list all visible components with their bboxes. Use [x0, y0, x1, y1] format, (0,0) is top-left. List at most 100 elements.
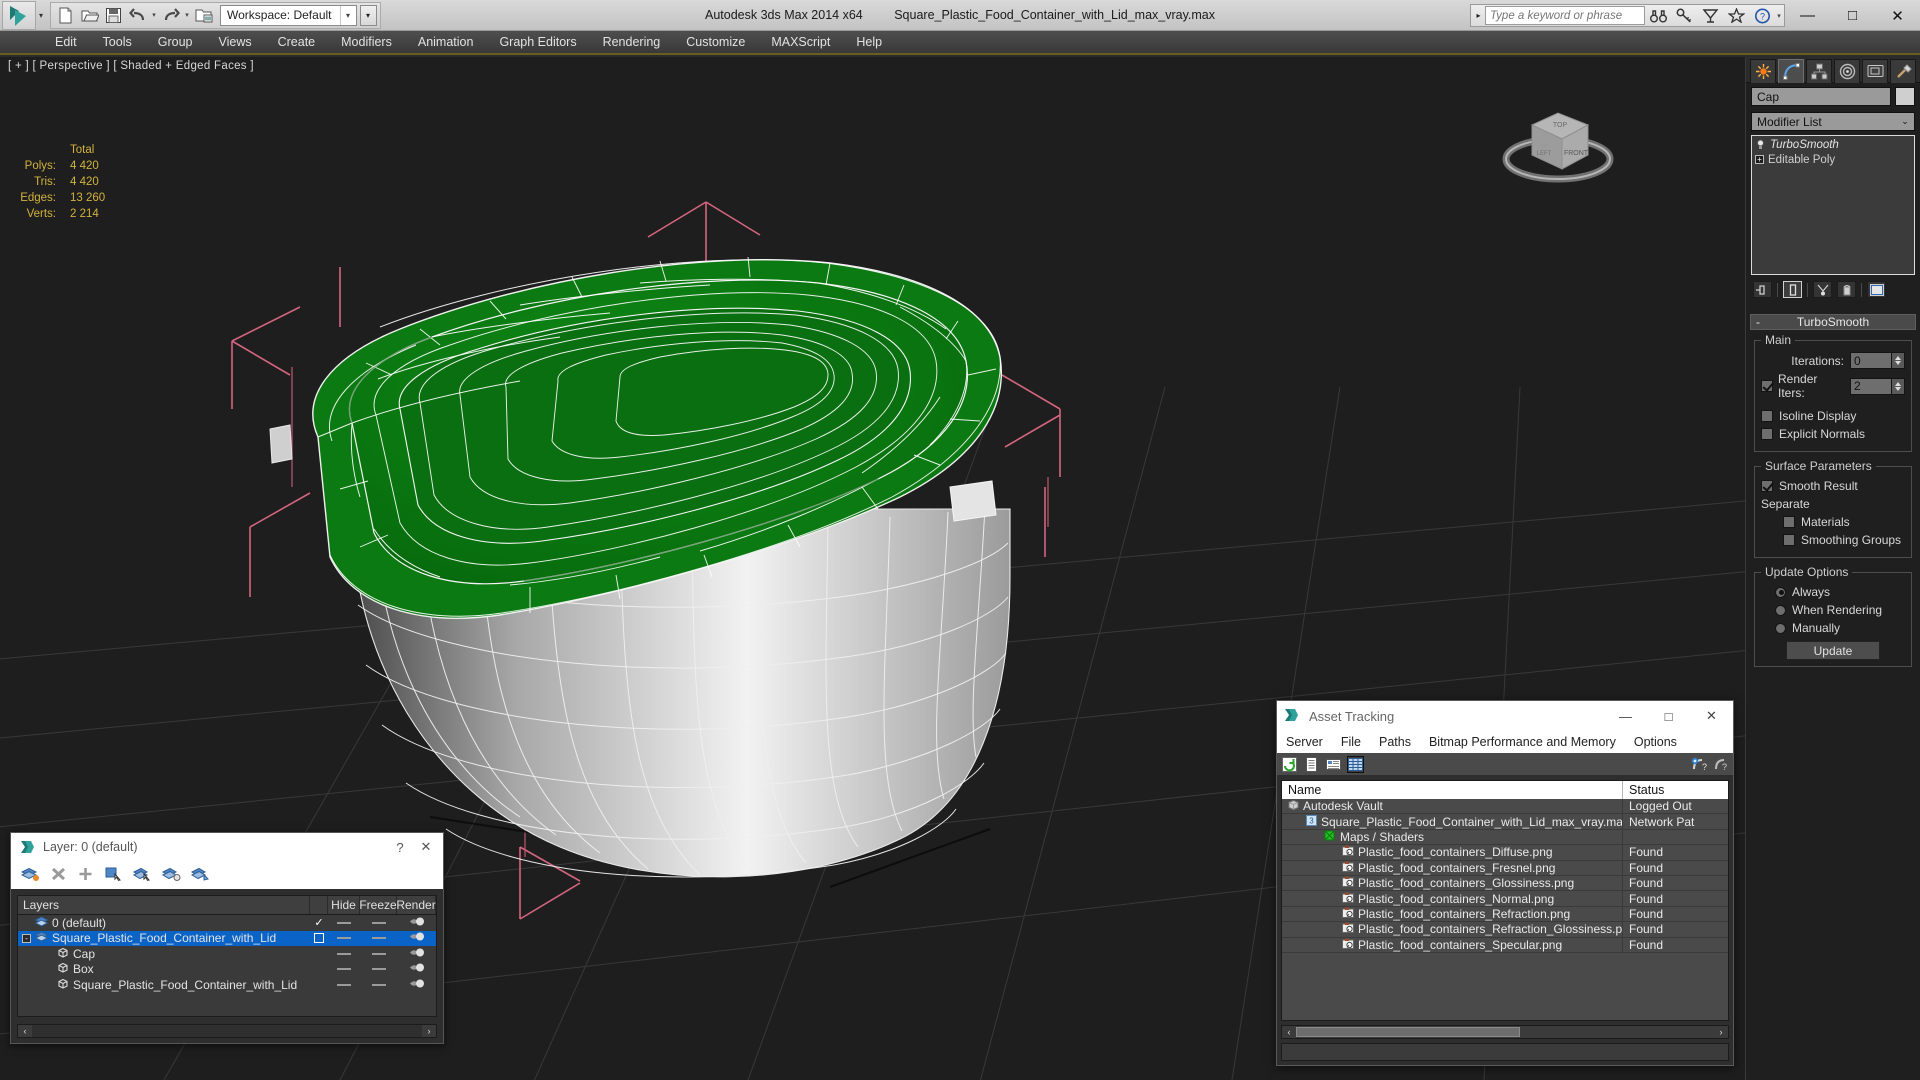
asset-maximize-button[interactable]: □ — [1647, 701, 1690, 731]
freeze-toggle-icon[interactable] — [371, 921, 386, 924]
asset-list[interactable]: Name Status Autodesk Vault Logged Out 3 Squ… — [1281, 780, 1729, 1021]
layer-row[interactable]: Cap — [18, 946, 436, 962]
menu-item-group[interactable]: Group — [145, 31, 206, 53]
hide-toggle-icon[interactable] — [337, 968, 351, 971]
chevron-down-icon[interactable]: ⌄ — [1896, 116, 1914, 127]
render-iters-spinner[interactable] — [1850, 377, 1905, 395]
isoline-display-checkbox[interactable] — [1761, 410, 1773, 422]
menu-item-graph-editors[interactable]: Graph Editors — [486, 31, 589, 53]
explicit-normals-checkbox[interactable] — [1761, 428, 1773, 440]
object-color-swatch[interactable] — [1895, 87, 1915, 106]
menu-item-modifiers[interactable]: Modifiers — [328, 31, 405, 53]
smoothing-groups-checkbox[interactable] — [1783, 534, 1795, 546]
asset-name-cell[interactable]: 3 Square_Plastic_Food_Container_with_Lid_… — [1282, 814, 1623, 829]
star-icon[interactable] — [1723, 4, 1749, 27]
key-icon[interactable] — [1671, 4, 1697, 27]
modifier-list-dropdown[interactable]: Modifier List ⌄ — [1751, 112, 1915, 131]
layer-name-cell[interactable]: 0 (default) — [18, 916, 310, 930]
workspace-arrow-icon[interactable]: ▾ — [339, 5, 356, 25]
asset-row[interactable]: Plastic_food_containers_Normal.png Found — [1282, 891, 1728, 907]
render-toggle-icon[interactable] — [409, 978, 425, 992]
asset-menu-bitmap-performance-and-memory[interactable]: Bitmap Performance and Memory — [1420, 735, 1625, 749]
render-cell[interactable] — [397, 962, 436, 976]
asset-row[interactable]: Plastic_food_containers_Diffuse.png Found — [1282, 845, 1728, 861]
freeze-toggle-icon[interactable] — [371, 968, 386, 971]
redo-icon[interactable] — [159, 4, 182, 27]
render-iters-checkbox[interactable] — [1761, 380, 1773, 392]
layer-row[interactable]: Box — [18, 962, 436, 978]
pin-stack-icon[interactable] — [1753, 281, 1772, 298]
remove-modifier-icon[interactable] — [1837, 281, 1856, 298]
minimize-button[interactable]: — — [1785, 0, 1830, 31]
update-option-manually[interactable]: Manually — [1761, 621, 1905, 635]
freeze-cell[interactable] — [360, 952, 397, 955]
display-tab[interactable] — [1862, 59, 1888, 83]
layer-row[interactable]: 0 (default) ✓ — [18, 915, 436, 931]
asset-name-cell[interactable]: Plastic_food_containers_Normal.png — [1282, 891, 1623, 906]
materials-checkbox[interactable] — [1783, 516, 1795, 528]
render-cell[interactable] — [397, 916, 436, 930]
scroll-right-icon[interactable]: › — [422, 1025, 436, 1037]
help-dropdown-arrow[interactable]: ▾ — [1775, 12, 1783, 20]
layer-list[interactable]: Layers Hide Freeze Render 0 (default) ✓ - S… — [17, 895, 437, 1017]
asset-list-hscrollbar[interactable]: ‹ › — [1281, 1025, 1729, 1039]
render-toggle-icon[interactable] — [409, 931, 425, 945]
menu-item-animation[interactable]: Animation — [405, 31, 487, 53]
smooth-result-row[interactable]: Smooth Result — [1761, 479, 1905, 493]
menu-item-rendering[interactable]: Rendering — [590, 31, 674, 53]
hide-toggle-icon[interactable] — [337, 921, 351, 924]
save-file-icon[interactable] — [102, 4, 125, 27]
asset-row[interactable]: 3 Square_Plastic_Food_Container_with_Lid_… — [1282, 814, 1728, 830]
freeze-column-header[interactable]: Freeze — [359, 896, 397, 914]
configure-modifier-sets-icon[interactable] — [1867, 281, 1886, 298]
freeze-toggle-icon[interactable] — [371, 937, 386, 940]
layer-dialog-help-button[interactable]: ? — [387, 834, 413, 860]
render-cell[interactable] — [397, 931, 436, 945]
layer-name-cell[interactable]: Square_Plastic_Food_Container_with_Lid — [18, 978, 310, 992]
expand-icon[interactable]: + — [1755, 155, 1764, 164]
workspace-dropdown-button[interactable]: ▾ — [359, 4, 377, 26]
show-end-result-icon[interactable] — [1783, 281, 1802, 298]
modifier-stack-item[interactable]: + Editable Poly — [1753, 152, 1913, 167]
set-project-folder-icon[interactable] — [192, 4, 215, 27]
hide-column-header[interactable]: Hide — [328, 896, 360, 914]
asset-row[interactable]: Plastic_food_containers_Specular.png Foun… — [1282, 937, 1728, 953]
current-layer-cell[interactable]: ✓ — [310, 916, 328, 929]
current-layer-check-icon[interactable]: ✓ — [314, 916, 323, 929]
hide-toggle-icon[interactable] — [337, 937, 351, 940]
materials-row[interactable]: Materials — [1761, 515, 1905, 529]
rollout-collapse-icon[interactable]: - — [1756, 315, 1760, 329]
menu-item-tools[interactable]: Tools — [90, 31, 145, 53]
asset-menu-file[interactable]: File — [1332, 735, 1370, 749]
asset-menu-paths[interactable]: Paths — [1370, 735, 1420, 749]
search-expand-arrow-icon[interactable]: ▸ — [1472, 11, 1485, 20]
menu-item-maxscript[interactable]: MAXScript — [758, 31, 843, 53]
layer-row[interactable]: - Square_Plastic_Food_Container_with_Lid — [18, 930, 436, 946]
layer-name-cell[interactable]: - Square_Plastic_Food_Container_with_Lid — [18, 931, 310, 945]
help-icon[interactable]: ? — [1749, 4, 1775, 27]
detail-view-icon[interactable] — [1325, 755, 1342, 773]
layers-column-header[interactable]: Layers — [18, 896, 310, 914]
radio-button[interactable] — [1775, 604, 1786, 616]
asset-tracking-dialog[interactable]: Asset Tracking — □ ✕ Server File Paths Bitm… — [1276, 700, 1734, 1066]
radio-button[interactable] — [1775, 586, 1786, 598]
menu-item-views[interactable]: Views — [205, 31, 264, 53]
motion-tab[interactable] — [1834, 59, 1860, 83]
current-layer-box-icon[interactable] — [314, 933, 324, 944]
render-iters-spinner-arrows[interactable] — [1892, 377, 1905, 395]
help-icon[interactable]: ? — [1712, 755, 1729, 773]
app-logo-button[interactable] — [2, 0, 36, 30]
asset-name-cell[interactable]: Plastic_food_containers_Refraction.png — [1282, 906, 1623, 922]
grid-view-icon[interactable] — [1347, 755, 1364, 773]
asset-row[interactable]: Plastic_food_containers_Refraction.png Fo… — [1282, 906, 1728, 923]
hide-cell[interactable] — [328, 921, 360, 924]
freeze-cell[interactable] — [360, 968, 397, 971]
undo-icon[interactable] — [126, 4, 149, 27]
hide-unhide-layer-icon[interactable] — [190, 865, 210, 885]
hide-cell[interactable] — [328, 952, 360, 955]
render-cell[interactable] — [397, 947, 436, 961]
smoothing-groups-row[interactable]: Smoothing Groups — [1761, 533, 1905, 547]
turbosmooth-rollout-header[interactable]: - TurboSmooth — [1750, 314, 1916, 330]
asset-minimize-button[interactable]: — — [1604, 701, 1647, 731]
highlight-selected-objects-layer-icon[interactable] — [161, 865, 181, 885]
